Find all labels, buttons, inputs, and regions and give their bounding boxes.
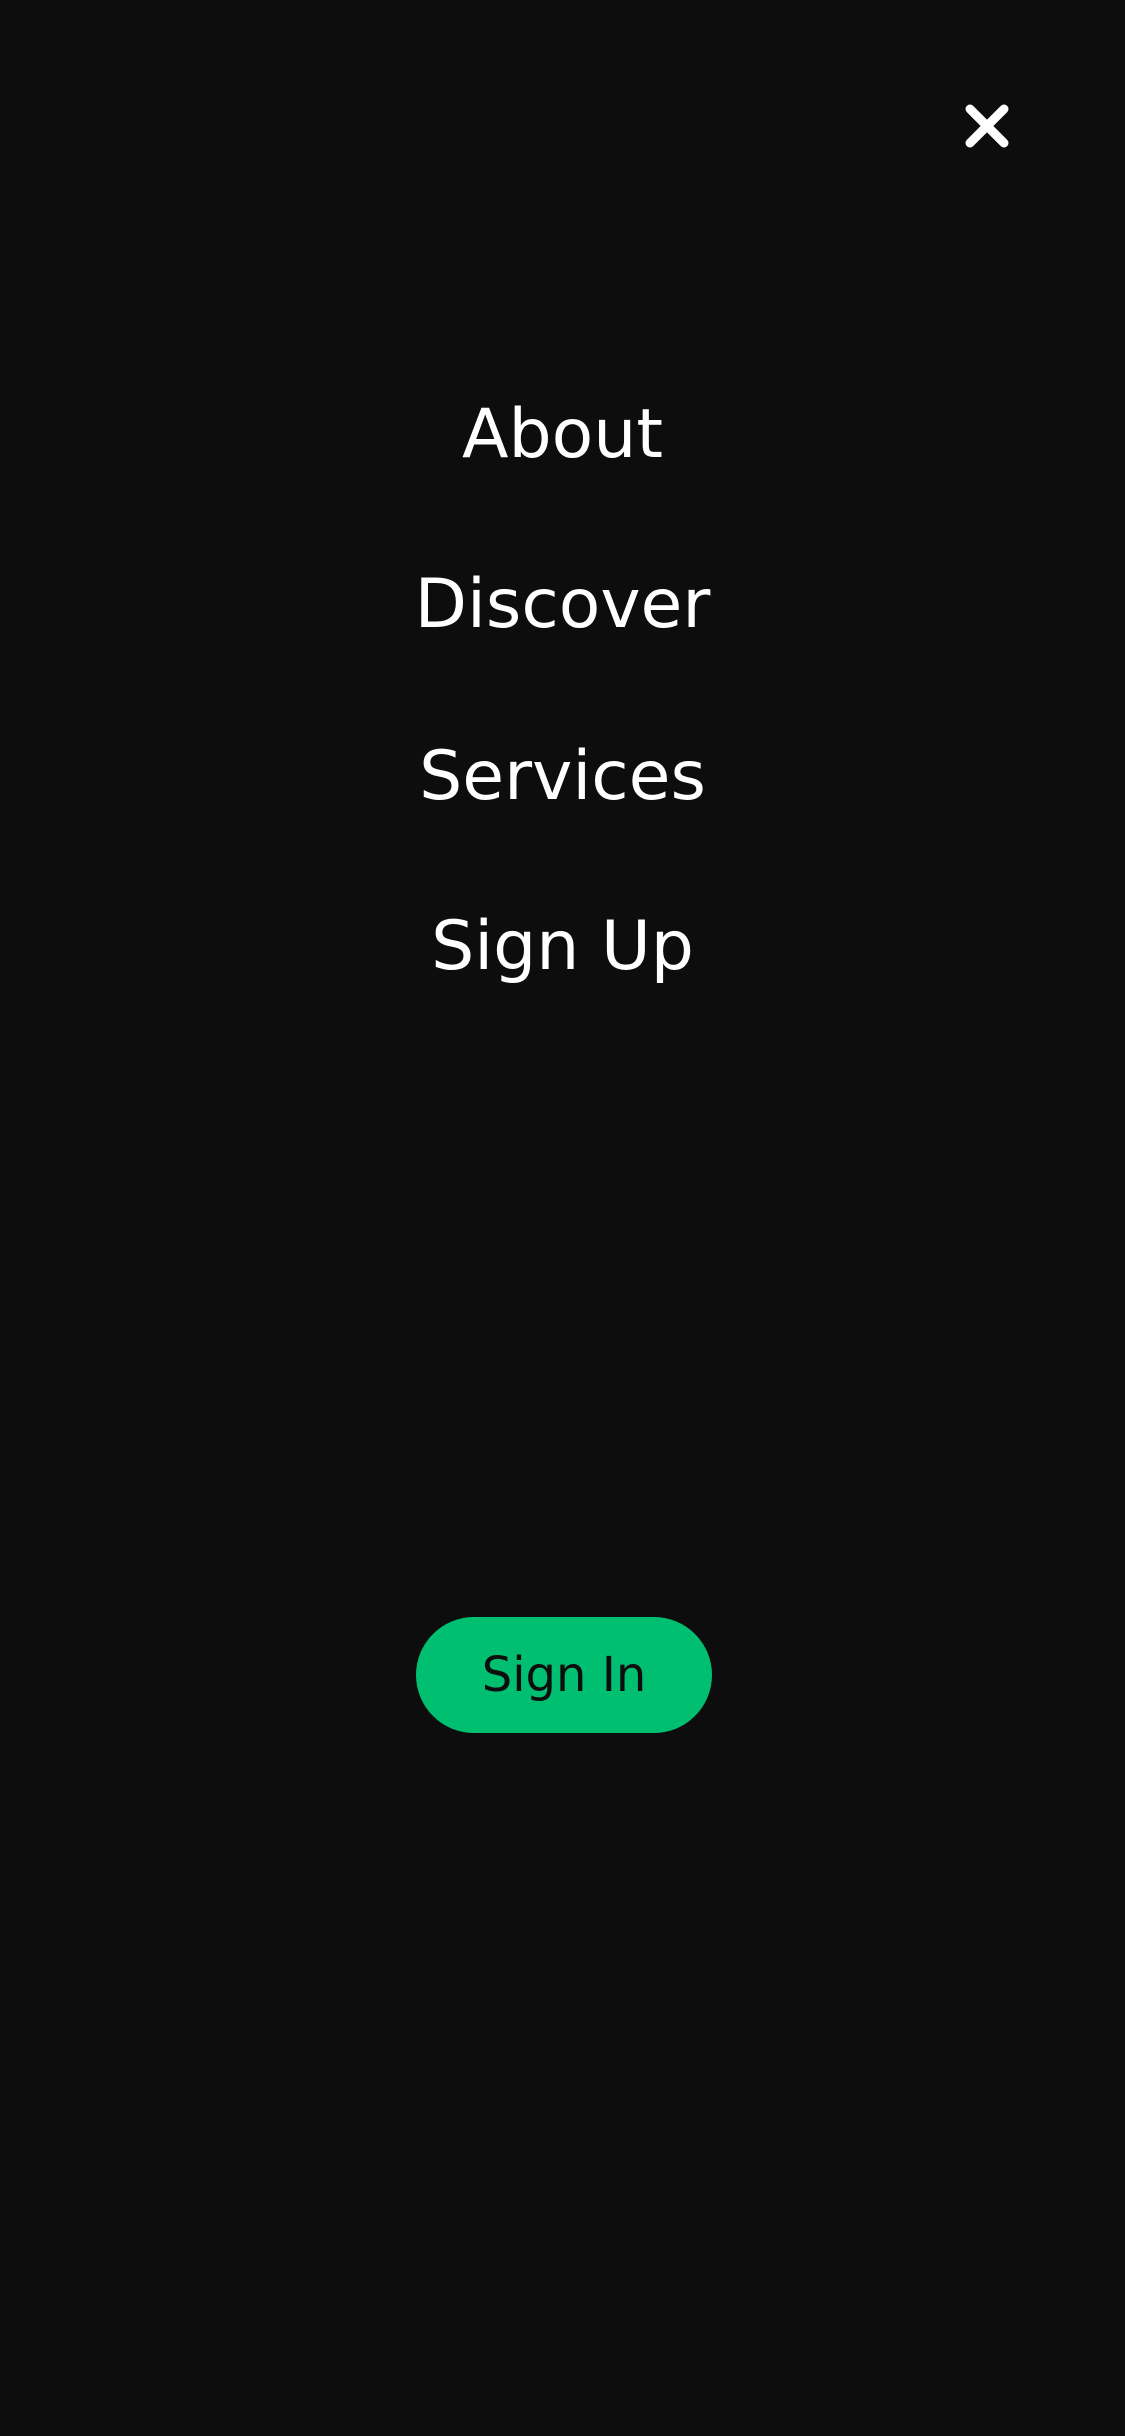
menu-item-about[interactable]: About xyxy=(0,390,1125,480)
menu-item-discover[interactable]: Discover xyxy=(0,560,1125,650)
menu-item-sign-up[interactable]: Sign Up xyxy=(0,902,1125,992)
sign-in-button[interactable]: Sign In xyxy=(416,1617,712,1733)
sidebar-menu: About Discover Services Sign Up xyxy=(0,0,1125,2436)
menu-item-services[interactable]: Services xyxy=(0,732,1125,822)
